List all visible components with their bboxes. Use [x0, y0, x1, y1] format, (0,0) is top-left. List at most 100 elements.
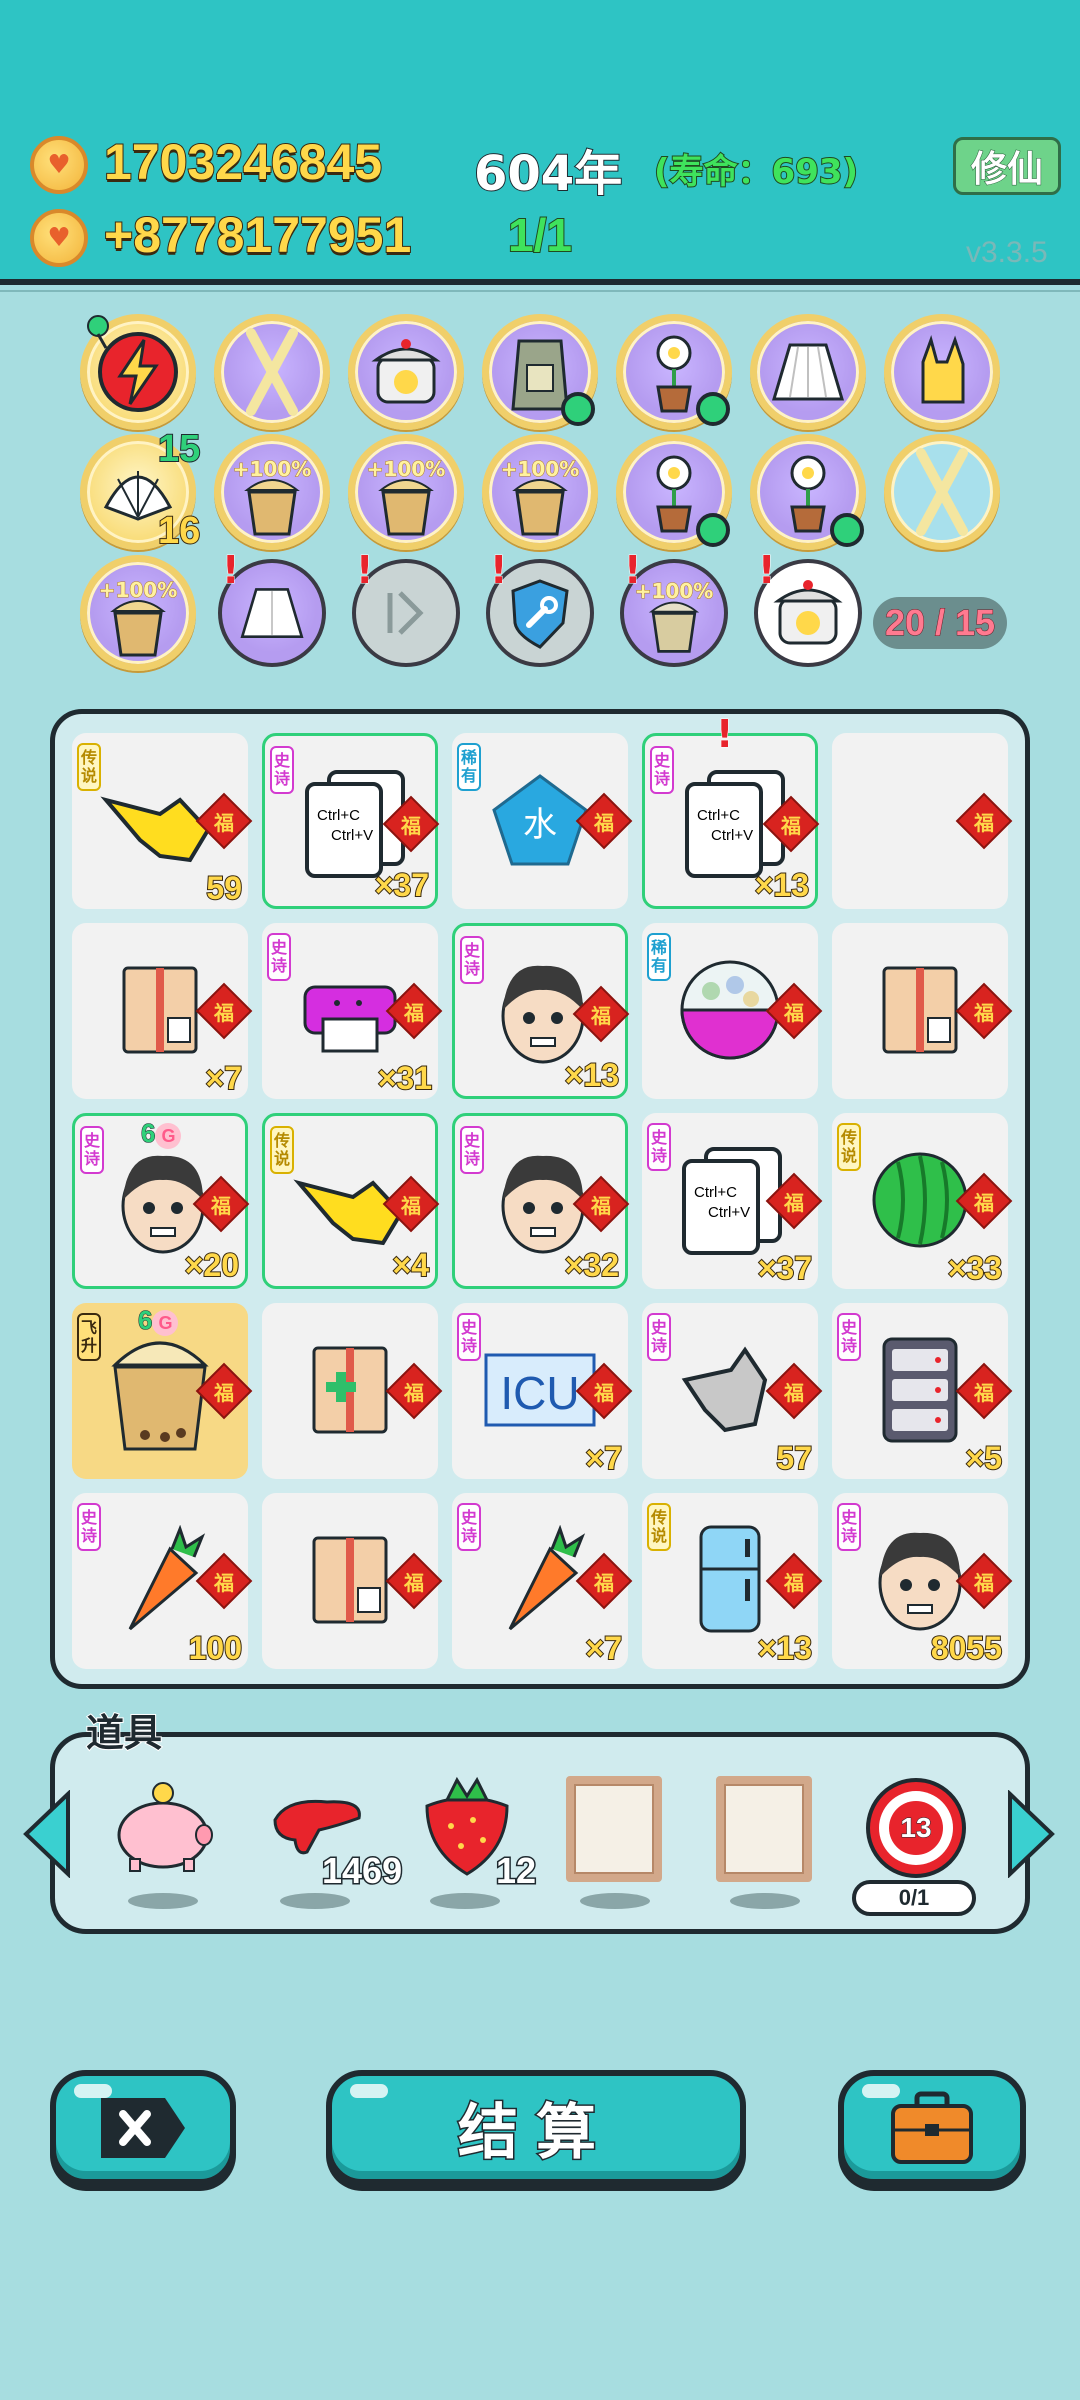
grid-cell[interactable]: 史诗 福 57	[642, 1303, 823, 1479]
rock-hand-icon	[921, 335, 965, 404]
item-quantity: ×7	[205, 1059, 244, 1097]
item-quantity: 59	[205, 869, 243, 907]
grid-cell[interactable]: 传说 福 ×13	[642, 1493, 823, 1669]
xiuxian-button[interactable]: 修仙	[953, 137, 1061, 195]
grid-cell[interactable]: 史诗 福 ×32	[452, 1113, 630, 1289]
grid-cell[interactable]: 史诗 6G 福 ×20	[72, 1113, 250, 1289]
round-ratio: 1/1	[507, 208, 573, 262]
year-counter: 604年	[473, 145, 623, 203]
grid-cell[interactable]: 史诗 福 ×7	[452, 1493, 633, 1669]
grid-cell[interactable]: 传说 福 ×33	[832, 1113, 1013, 1289]
grid-cell[interactable]: 史诗 ICU 福 ×7	[452, 1303, 633, 1479]
chopsticks-icon	[916, 448, 968, 536]
boba-cup-icon	[110, 600, 166, 657]
rarity-epic-tag: 史诗	[650, 746, 674, 794]
delete-icon	[101, 2097, 185, 2158]
version-label: v3.3.5	[966, 236, 1048, 269]
target-progress: 0/1	[852, 1880, 976, 1916]
empty-frame-item[interactable]	[716, 1776, 812, 1882]
liver-count: 1469	[320, 1849, 403, 1893]
item-shadow	[280, 1893, 350, 1909]
items-next-arrow[interactable]	[1004, 1790, 1058, 1878]
buff-skirt[interactable]	[750, 314, 866, 430]
buff-boba-1[interactable]: +100%	[214, 434, 330, 550]
grid-cell[interactable]: 史诗 Ctrl+C Ctrl+V 福 ×37	[642, 1113, 823, 1289]
items-prev-arrow[interactable]	[20, 1790, 74, 1878]
settle-button[interactable]: 结算	[326, 2070, 746, 2185]
target-item[interactable]: 13	[866, 1778, 966, 1878]
strawberry-count: 12	[494, 1849, 537, 1893]
grid-cell[interactable]: 传说 福 59	[72, 733, 253, 909]
empty-frame-item[interactable]	[566, 1776, 662, 1882]
alert-icon: !	[757, 548, 776, 593]
grid-cell[interactable]: 稀有 水 福	[452, 733, 633, 909]
grid-cell[interactable]: 史诗 福 ×31	[262, 923, 443, 1099]
items-title: 道具	[85, 1710, 163, 1756]
pct-label: +100%	[232, 457, 312, 482]
lifespan-text: (寿命：693)	[653, 151, 859, 193]
skirt-icon	[771, 343, 845, 401]
grid-cell[interactable]: 史诗 福 100	[72, 1493, 253, 1669]
buff-rock-hand[interactable]	[884, 314, 1000, 430]
grid-cell[interactable]: 史诗 Ctrl+C Ctrl+V 福 ×13	[642, 733, 820, 909]
grid-cell[interactable]: 史诗 福 8055	[832, 1493, 1013, 1669]
item-quantity: ×33	[947, 1249, 1003, 1287]
buff-boba-3[interactable]: +100%	[482, 434, 598, 550]
rice-cooker-icon	[773, 580, 843, 645]
grid-cell[interactable]: 史诗 福 ×5	[832, 1303, 1013, 1479]
target-level: 13	[889, 1801, 943, 1855]
buff-rice-cooker[interactable]	[348, 314, 464, 430]
grid-cell-empty[interactable]: 福	[832, 733, 1013, 909]
item-quantity: ×4	[392, 1246, 431, 1284]
briefcase-icon	[891, 2091, 973, 2164]
buff-chopsticks[interactable]	[214, 314, 330, 430]
item-quantity: 57	[775, 1439, 813, 1477]
pct-label: +100%	[500, 457, 580, 482]
item-quantity: ×13	[564, 1056, 620, 1094]
pin-icon	[80, 314, 116, 350]
buff-slots-count: 20 / 15	[873, 597, 1007, 649]
grid-cell[interactable]: 福	[262, 1303, 443, 1479]
grid-cell[interactable]: 稀有 福	[642, 923, 823, 1099]
alert-icon: !	[489, 548, 508, 593]
item-quantity: 8055	[930, 1629, 1003, 1667]
flower-pot-icon	[656, 335, 692, 413]
buff-chopsticks-2[interactable]	[884, 434, 1000, 550]
gold-coin-icon: ♥	[30, 136, 88, 194]
item-shadow	[730, 1893, 800, 1909]
buff-boba-4[interactable]: +100%	[80, 555, 196, 671]
gold-rate-coin-icon: ♥	[30, 209, 88, 267]
grid-cell[interactable]: 福	[262, 1493, 443, 1669]
item-quantity: ×13	[754, 866, 810, 904]
item-quantity: ×31	[377, 1059, 433, 1097]
item-quantity: ×7	[585, 1629, 624, 1667]
ready-dot	[696, 513, 730, 547]
grid-cell-ascend[interactable]: 飞升 6G 福	[72, 1303, 253, 1479]
item-quantity: ×7	[585, 1439, 624, 1477]
grid-cell[interactable]: 史诗 Ctrl+C Ctrl+V 福 ×37	[262, 733, 440, 909]
piggy-bank-icon	[117, 1782, 213, 1872]
item-quantity: ×32	[564, 1246, 620, 1284]
flower-pot-icon	[790, 455, 826, 533]
skip-icon	[387, 591, 424, 635]
skirt-icon	[240, 588, 304, 638]
alert-icon: !	[715, 712, 734, 757]
grid-cell[interactable]: 福	[832, 923, 1013, 1099]
piggy-bank-item[interactable]	[108, 1770, 218, 1880]
buff-boba-2[interactable]: +100%	[348, 434, 464, 550]
grid-cell[interactable]: 传说 福 ×4	[262, 1113, 440, 1289]
boba-cup-icon	[648, 601, 700, 653]
grid-cell[interactable]: 史诗 福 ×13	[452, 923, 630, 1099]
flower-pot-icon	[656, 455, 692, 533]
gold-amount: 1703246845	[103, 133, 383, 191]
item-quantity: ×13	[757, 1629, 813, 1667]
item-quantity: 100	[188, 1629, 243, 1667]
close-button[interactable]	[50, 2070, 236, 2185]
item-quantity: ×37	[374, 866, 430, 904]
backpack-button[interactable]	[838, 2070, 1026, 2185]
grid-cell[interactable]: 福 ×7	[72, 923, 253, 1099]
ready-dot	[561, 392, 595, 426]
shield-wrench-icon	[511, 579, 569, 649]
ready-dot	[830, 513, 864, 547]
item-quantity: ×5	[965, 1439, 1004, 1477]
